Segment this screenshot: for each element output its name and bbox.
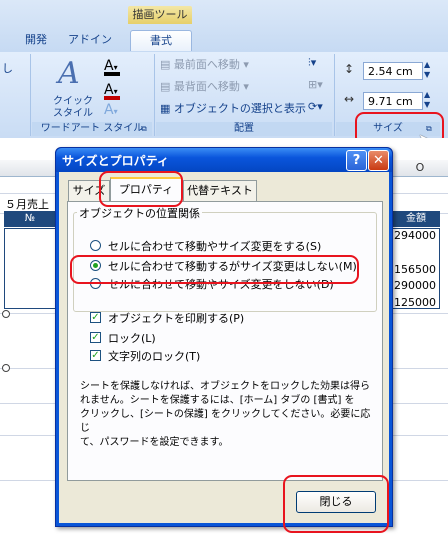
amount-cell[interactable]: 125000 (394, 296, 436, 309)
selection-pane-icon: ▦ (160, 102, 171, 115)
radio-move-and-size-label[interactable]: セルに合わせて移動やサイズ変更をする(S) (108, 238, 321, 254)
properties-tab-highlight (99, 171, 183, 207)
bring-forward-label: 最前面へ移動 (173, 58, 240, 71)
bring-forward-icon: ▤ (160, 58, 171, 71)
drawing-tools-context-label: 描画ツール (128, 6, 192, 24)
lock-text-label[interactable]: 文字列のロック(T) (108, 348, 200, 364)
column-header-o[interactable]: O (392, 160, 448, 177)
left-fragment: し (2, 62, 13, 75)
tab-addins[interactable]: アドイン (68, 30, 112, 50)
text-effects-icon[interactable]: A▾ (104, 102, 118, 118)
note-line: て、パスワードを設定できます。 (80, 437, 229, 448)
dialog-body: サイズ プロパティ 代替テキスト オブジェクトの位置関係 セルに合わせて移動やサ… (59, 172, 389, 523)
shape-width-field[interactable]: 9.71 cm (363, 92, 423, 110)
shape-handle[interactable] (2, 364, 10, 372)
properties-panel: オブジェクトの位置関係 セルに合わせて移動やサイズ変更をする(S) セルに合わせ… (67, 201, 383, 481)
rotate-icon[interactable]: ⟳▾ (308, 100, 323, 113)
lock-checkbox[interactable]: ✓ (90, 332, 101, 343)
text-fill-color-bar (104, 72, 120, 76)
selection-pane-label: オブジェクトの選択と表示 (173, 102, 306, 115)
title-cell[interactable]: ５月売上 (5, 196, 49, 212)
shape-height-icon: ↕ (344, 62, 355, 76)
selection-pane-button[interactable]: ▦ オブジェクトの選択と表示 (160, 100, 306, 116)
wordart-dialog-launcher-icon[interactable]: ⧉ (141, 124, 147, 134)
lock-label[interactable]: ロック(L) (108, 330, 156, 346)
help-button[interactable]: ? (346, 150, 367, 171)
note-line: れません。シートを保護するには、[ホーム] タブの [書式] を (80, 395, 355, 406)
close-icon[interactable]: ✕ (368, 150, 389, 171)
quick-style-label-2: スタイル (53, 108, 93, 119)
shape-height-field[interactable]: 2.54 cm (363, 62, 423, 80)
height-stepper[interactable]: ▲ ▼ (424, 60, 430, 80)
close-button-highlight (283, 475, 389, 533)
amount-cell[interactable]: 156500 (394, 263, 436, 276)
width-stepper[interactable]: ▲ ▼ (424, 90, 430, 110)
amount-cell[interactable]: 294000 (394, 229, 436, 242)
amount-header-cell[interactable]: 金額 (392, 211, 440, 227)
text-outline-color-bar (104, 96, 120, 100)
bring-forward-button[interactable]: ▤ 最前面へ移動 ▾ (160, 56, 249, 72)
amount-cell[interactable]: 290000 (394, 279, 436, 292)
position-section-title: オブジェクトの位置関係 (77, 205, 202, 221)
tab-alt-text[interactable]: 代替テキスト (183, 180, 257, 201)
separator (334, 54, 335, 136)
separator (154, 54, 155, 136)
send-backward-icon: ▤ (160, 80, 171, 93)
lock-text-checkbox[interactable]: ✓ (90, 350, 101, 361)
dialog-title-bar[interactable]: サイズとプロパティ ? ✕ (56, 148, 392, 172)
shape-width-icon: ↔ (344, 92, 355, 106)
note-line: クリックし、[シートの保護] をクリックしてください。必要に応じ (80, 409, 371, 434)
arrange-group-label: 配置 (156, 122, 332, 136)
no-header-cell[interactable]: № (4, 211, 56, 227)
selected-option-highlight (70, 255, 359, 284)
print-object-checkbox[interactable]: ✓ (90, 312, 101, 323)
send-backward-button[interactable]: ▤ 最背面へ移動 ▾ (160, 78, 249, 94)
tab-format[interactable]: 書式 (130, 30, 192, 51)
send-backward-label: 最背面へ移動 (173, 80, 240, 93)
note-line: シートを保護しなければ、オブジェクトをロックした効果は得ら (80, 381, 370, 392)
tab-developer[interactable]: 開発 (18, 30, 54, 50)
protection-note: シートを保護しなければ、オブジェクトをロックした効果は得ら れません。シートを保… (80, 380, 380, 450)
ribbon-tab-bar: 描画ツール 開発 アドイン 書式 (0, 0, 448, 53)
wordart-a-icon: A (58, 56, 80, 91)
group-icon[interactable]: ⊞▾ (308, 78, 323, 91)
quick-style-button[interactable]: A クイック スタイル (40, 56, 108, 120)
radio-move-and-size[interactable] (90, 240, 101, 251)
no-column-cells[interactable] (4, 228, 56, 309)
shape-handle[interactable] (2, 310, 10, 318)
dialog-title: サイズとプロパティ (62, 154, 169, 168)
align-icon[interactable]: ⫶▾ (308, 56, 316, 70)
wordart-group-label: ワードアート スタイル (32, 122, 152, 136)
print-object-label[interactable]: オブジェクトを印刷する(P) (108, 310, 244, 326)
separator (30, 54, 31, 136)
